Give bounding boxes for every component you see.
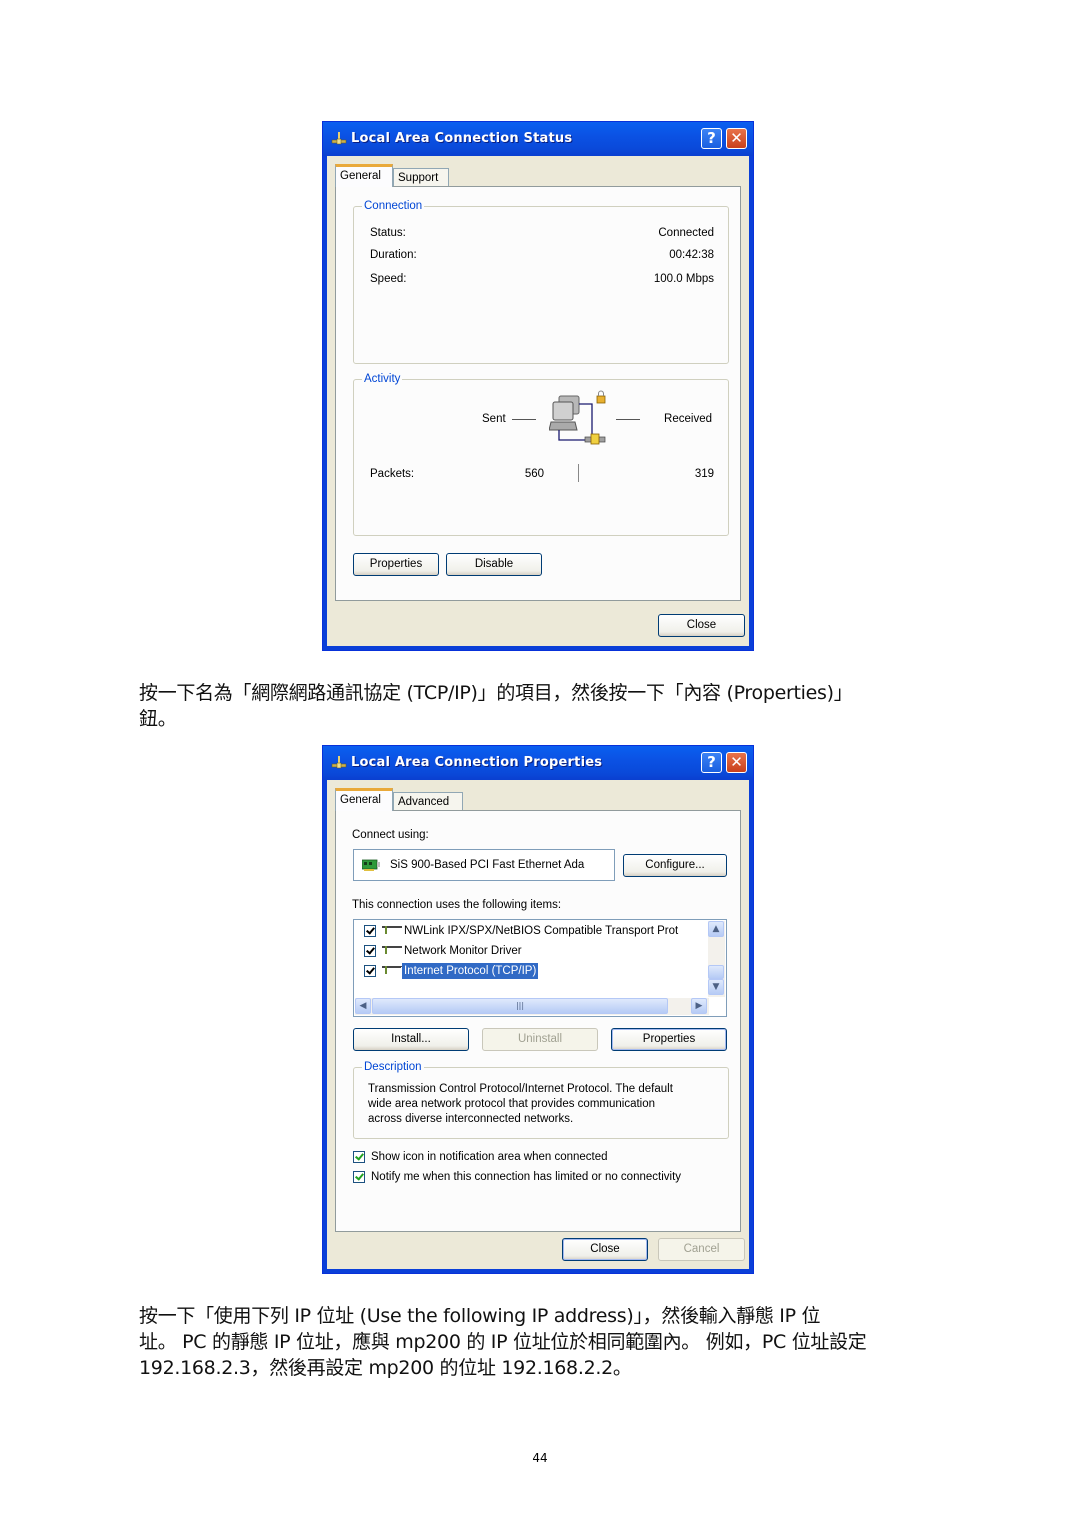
close-window-button[interactable]: ✕	[726, 752, 747, 773]
notify-checkbox[interactable]	[353, 1171, 365, 1183]
nwlink-label: NWLink IPX/SPX/NetBIOS Compatible Transp…	[404, 925, 679, 937]
instruction-2-line-1: 按一下「使用下列 IP 位址 (Use the following IP add…	[139, 1305, 821, 1327]
scroll-left-button[interactable]: ◀	[355, 998, 371, 1014]
tcpip-label: Internet Protocol (TCP/IP)	[400, 962, 540, 980]
activity-group: Activity Sent Received Packets: 560 319	[353, 372, 729, 536]
description-line-2: wide area network protocol that provides…	[368, 1098, 656, 1110]
sent-label: Sent	[482, 413, 506, 425]
horizontal-scrollbar[interactable]: ◀ ||| ▶	[355, 998, 709, 1015]
description-line-1: Transmission Control Protocol/Internet P…	[368, 1083, 673, 1095]
list-item-tcpip[interactable]: Internet Protocol (TCP/IP)	[362, 962, 702, 980]
speed-label: Speed:	[370, 273, 407, 285]
show-icon-label[interactable]: Show icon in notification area when conn…	[371, 1150, 608, 1164]
list-item-network-monitor[interactable]: Network Monitor Driver	[362, 942, 702, 960]
instruction-2-line-3: 192.168.2.3，然後再設定 mp200 的位址 192.168.2.2。	[139, 1357, 632, 1379]
properties-titlebar[interactable]: Local Area Connection Properties ? ✕	[323, 746, 753, 780]
tab-general[interactable]: General	[335, 788, 393, 811]
configure-button[interactable]: Configure...	[623, 854, 727, 877]
disable-button[interactable]: Disable	[446, 553, 542, 576]
protocol-icon	[382, 926, 402, 934]
properties-dialog: Local Area Connection Properties ? ✕ Gen…	[322, 745, 754, 1274]
description-line-3: across diverse interconnected networks.	[368, 1113, 574, 1125]
received-label: Received	[664, 413, 712, 425]
scroll-right-button[interactable]: ▶	[691, 998, 707, 1014]
status-value: Connected	[658, 227, 714, 239]
tab-support[interactable]: Support	[393, 168, 449, 187]
properties-button[interactable]: Properties	[353, 553, 439, 576]
network-adapter-icon	[362, 859, 380, 871]
packets-divider	[578, 464, 579, 482]
page-number: 44	[532, 1451, 548, 1465]
packets-received-value: 319	[694, 468, 714, 480]
instruction-1: 按一下名為「網際網路通訊協定 (TCP/IP)」的項目，然後按一下「內容 (Pr…	[139, 680, 853, 732]
show-icon-checkbox[interactable]	[353, 1151, 365, 1163]
close-window-button[interactable]: ✕	[726, 128, 747, 149]
instruction-1-line-1: 按一下名為「網際網路通訊協定 (TCP/IP)」的項目，然後按一下「內容 (Pr…	[139, 682, 853, 704]
connection-group: Connection Status: Connected Duration: 0…	[353, 199, 729, 364]
help-button[interactable]: ?	[701, 752, 722, 773]
activity-group-legend: Activity	[362, 372, 403, 386]
status-titlebar[interactable]: Local Area Connection Status ? ✕	[323, 122, 753, 156]
scroll-up-button[interactable]: ▲	[708, 921, 724, 937]
packets-label: Packets:	[370, 468, 415, 480]
protocol-icon	[382, 946, 402, 954]
protocol-icon	[382, 966, 402, 974]
network-connection-icon	[331, 132, 347, 145]
network-monitor-checkbox[interactable]	[364, 945, 376, 957]
duration-value: 00:42:38	[669, 249, 714, 261]
tab-advanced[interactable]: Advanced	[393, 792, 463, 811]
instruction-1-line-2: 鈕。	[139, 708, 177, 730]
duration-label: Duration:	[370, 249, 417, 261]
status-client-area: General Support Connection Status: Conne…	[327, 156, 749, 646]
instruction-2: 按一下「使用下列 IP 位址 (Use the following IP add…	[139, 1303, 867, 1381]
description-group: Description Transmission Control Protoco…	[353, 1060, 729, 1139]
vertical-scroll-thumb[interactable]	[708, 965, 724, 979]
adapter-box: SiS 900-Based PCI Fast Ethernet Ada	[353, 849, 615, 881]
adapter-name: SiS 900-Based PCI Fast Ethernet Ada	[390, 859, 585, 871]
tab-general[interactable]: General	[335, 164, 393, 187]
list-item-nwlink[interactable]: NWLink IPX/SPX/NetBIOS Compatible Transp…	[362, 922, 702, 940]
notify-label[interactable]: Notify me when this connection has limit…	[371, 1170, 681, 1184]
item-properties-button[interactable]: Properties	[611, 1028, 727, 1051]
packets-sent-value: 560	[524, 468, 544, 480]
properties-client-area: General Advanced Connect using: SiS 900-…	[327, 780, 749, 1269]
components-list[interactable]: NWLink IPX/SPX/NetBIOS Compatible Transp…	[353, 919, 727, 1017]
vertical-scrollbar[interactable]: ▲ ▼	[708, 921, 725, 997]
uninstall-button[interactable]: Uninstall	[482, 1028, 598, 1051]
items-label: This connection uses the following items…	[352, 899, 562, 911]
close-button[interactable]: Close	[658, 614, 745, 637]
general-tab-panel: Connect using: SiS 900-Based PCI Fast Et…	[335, 810, 741, 1232]
help-button[interactable]: ?	[701, 128, 722, 149]
connect-using-label: Connect using:	[352, 829, 429, 841]
network-connection-icon	[331, 756, 347, 769]
received-line	[616, 419, 640, 420]
tcpip-checkbox[interactable]	[364, 965, 376, 977]
description-group-legend: Description	[362, 1060, 424, 1074]
properties-dialog-title: Local Area Connection Properties	[351, 755, 603, 770]
cancel-button[interactable]: Cancel	[658, 1238, 745, 1261]
scroll-down-button[interactable]: ▼	[708, 979, 724, 995]
status-dialog: Local Area Connection Status ? ✕ General…	[322, 121, 754, 651]
connection-group-legend: Connection	[362, 199, 425, 213]
sent-line	[512, 419, 536, 420]
close-button[interactable]: Close	[562, 1238, 648, 1261]
status-dialog-title: Local Area Connection Status	[351, 131, 573, 146]
instruction-2-line-2: 址。 PC 的靜態 IP 位址，應與 mp200 的 IP 位址位於相同範圍內。…	[139, 1331, 867, 1353]
horizontal-scroll-thumb[interactable]: |||	[372, 998, 668, 1014]
nwlink-checkbox[interactable]	[364, 925, 376, 937]
general-tab-panel: Connection Status: Connected Duration: 0…	[335, 186, 741, 601]
install-button[interactable]: Install...	[353, 1028, 469, 1051]
speed-value: 100.0 Mbps	[653, 273, 714, 285]
network-activity-icon	[549, 390, 606, 445]
status-label: Status:	[370, 227, 406, 239]
network-monitor-label: Network Monitor Driver	[404, 945, 522, 957]
